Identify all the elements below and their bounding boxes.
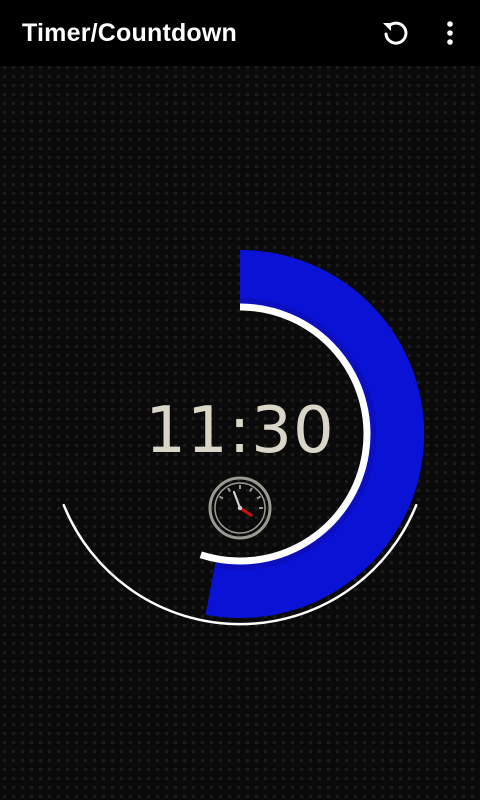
more-vertical-icon [447,21,453,45]
timer-area: 11:30 [0,66,480,800]
stopwatch-button[interactable] [206,474,274,542]
action-bar: Timer/Countdown [0,0,480,66]
app-title: Timer/Countdown [22,19,238,47]
reset-icon [383,21,408,45]
overflow-menu-button[interactable] [430,13,470,53]
timer-app: Timer/Countdown 11:30 [0,0,480,800]
stopwatch-icon [208,476,272,540]
reset-button[interactable] [375,13,415,53]
time-display[interactable]: 11:30 [140,396,340,466]
